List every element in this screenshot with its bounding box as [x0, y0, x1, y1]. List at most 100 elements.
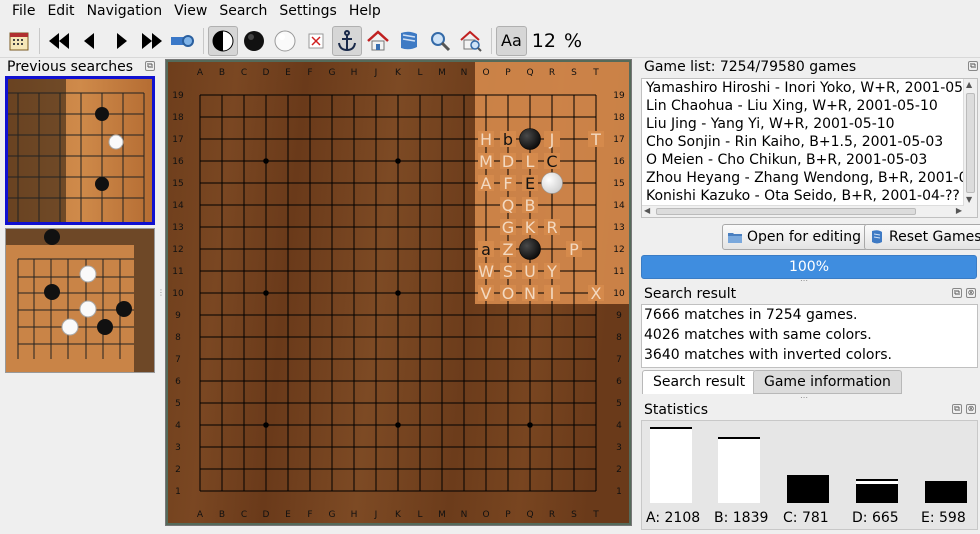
row-label: 8	[616, 333, 622, 343]
continuation-label: F	[503, 174, 512, 193]
scroll-down-icon[interactable]: ▼	[966, 195, 972, 204]
close-panel-icon[interactable]: ⊗	[966, 404, 976, 414]
close-panel-icon[interactable]: ⊗	[966, 288, 976, 298]
progress-label: 100%	[788, 259, 830, 275]
scroll-left-icon[interactable]: ◀	[644, 206, 650, 215]
previous-move-icon[interactable]	[75, 26, 105, 56]
menu-edit[interactable]: Edit	[41, 0, 80, 22]
black-or-white-icon[interactable]	[208, 25, 238, 56]
column-label: E	[285, 68, 291, 78]
anchor-icon[interactable]	[332, 25, 362, 56]
font-toggle-button[interactable]: Aa	[496, 25, 527, 56]
list-item[interactable]: Yamashiro Hiroshi - Inori Yoko, W+R, 200…	[642, 79, 964, 97]
percent-toggle-button[interactable]: %	[560, 26, 586, 56]
list-item[interactable]: O Meien - Cho Chikun, B+R, 2001-05-03	[642, 151, 964, 169]
statistics-panel: A: 2108 B: 1839 C: 781 D: 665 E: 598	[641, 420, 978, 530]
statistics-title-text: Statistics	[644, 402, 708, 418]
column-label: J	[374, 510, 378, 520]
column-label: F	[307, 68, 312, 78]
continuation-label: Y	[546, 262, 557, 281]
column-label: T	[592, 68, 599, 78]
calendar-icon[interactable]	[4, 26, 34, 56]
white-stone-icon[interactable]	[270, 26, 300, 56]
menu-view[interactable]: View	[168, 0, 213, 22]
menu-settings[interactable]: Settings	[273, 0, 342, 22]
continuation-label: C	[546, 152, 557, 171]
float-panel-icon[interactable]: ⧉	[968, 61, 978, 71]
continuation-label: L	[526, 152, 535, 171]
row-label: 3	[616, 443, 622, 453]
stat-bar-black	[787, 475, 829, 503]
scroll-right-icon[interactable]: ▶	[956, 206, 962, 215]
row-label: 11	[613, 267, 624, 277]
column-label: T	[592, 510, 599, 520]
column-label: H	[351, 510, 358, 520]
previous-searches-title: Previous searches ⧉	[3, 58, 157, 76]
home-icon[interactable]	[363, 26, 393, 56]
splitter-handle[interactable]: ⋯	[800, 276, 809, 285]
row-label: 19	[613, 91, 625, 101]
next-move-icon[interactable]	[106, 26, 136, 56]
horizontal-scrollbar[interactable]: ◀ ▶	[642, 205, 964, 217]
list-item[interactable]: Lin Chaohua - Liu Xing, W+R, 2001-05-10	[642, 97, 964, 115]
go-board[interactable]: AABBCCDDEEFFGGHHJJKKLLMMNNOOPPQQRRSSTT19…	[166, 60, 631, 525]
continuation-label: G	[502, 218, 514, 237]
tab-game-information[interactable]: Game information	[753, 370, 902, 394]
continuation-label: P	[569, 240, 579, 259]
statistics-title: Statistics ⧉ ⊗	[640, 401, 978, 419]
menu-help[interactable]: Help	[343, 0, 387, 22]
menu-search[interactable]: Search	[213, 0, 273, 22]
vertical-scroll-thumb[interactable]	[966, 93, 975, 193]
reset-icon	[872, 230, 882, 244]
stat-label: B: 1839	[714, 510, 769, 526]
scroll-up-icon[interactable]: ▲	[966, 80, 972, 89]
star-point	[395, 290, 401, 296]
row-label: 14	[172, 201, 184, 211]
horizontal-scroll-thumb[interactable]	[656, 208, 916, 215]
list-item[interactable]: Cho Sonjin - Rin Kaiho, B+1.5, 2001-05-0…	[642, 133, 964, 151]
search-home-icon[interactable]	[456, 26, 486, 56]
row-label: 8	[175, 333, 181, 343]
database-icon[interactable]	[394, 26, 424, 56]
continuation-label: O	[502, 284, 515, 303]
vertical-scrollbar[interactable]: ▲ ▼	[963, 79, 977, 217]
stat-label: A: 2108	[646, 510, 701, 526]
list-item[interactable]: Konishi Kazuko - Ota Seido, B+R, 2001-04…	[642, 187, 964, 205]
column-label: P	[505, 68, 511, 78]
column-label: G	[329, 68, 336, 78]
first-move-icon[interactable]	[44, 26, 74, 56]
open-for-editing-button[interactable]: Open for editing	[722, 224, 869, 250]
float-panel-icon[interactable]: ⧉	[952, 404, 962, 414]
continuation-label: I	[550, 284, 555, 303]
column-label: D	[263, 510, 270, 520]
list-item[interactable]: Zhou Heyang - Zhang Wendong, B+R, 2001-0…	[642, 169, 964, 187]
game-list[interactable]: Yamashiro Hiroshi - Inori Yoko, W+R, 200…	[641, 78, 978, 218]
reset-games-button[interactable]: Reset Games	[864, 224, 980, 250]
last-move-icon[interactable]	[137, 26, 167, 56]
clear-icon[interactable]	[301, 26, 331, 56]
row-label: 9	[616, 311, 622, 321]
toolbar-separator	[39, 27, 40, 54]
star-point	[527, 422, 533, 428]
search-icon[interactable]	[425, 26, 455, 56]
continuation-label: D	[502, 152, 514, 171]
toolbar: Aa 12 %	[0, 24, 980, 58]
previous-search-thumbnail[interactable]	[5, 228, 155, 373]
toolbar-separator	[491, 27, 492, 54]
next-game-icon[interactable]	[168, 26, 198, 56]
row-label: 17	[172, 135, 183, 145]
list-item[interactable]: Liu Jing - Yang Yi, W+R, 2001-05-10	[642, 115, 964, 133]
menu-navigation[interactable]: Navigation	[81, 0, 169, 22]
column-label: C	[241, 68, 247, 78]
row-label: 10	[172, 289, 184, 299]
row-label: 6	[175, 377, 181, 387]
black-stone-icon[interactable]	[239, 26, 269, 56]
star-point	[263, 158, 269, 164]
float-panel-icon[interactable]: ⧉	[952, 288, 962, 298]
result-line: 7666 matches in 7254 games.	[644, 307, 858, 323]
menu-file[interactable]: File	[6, 0, 41, 22]
previous-search-thumbnail[interactable]	[5, 76, 155, 225]
float-panel-icon[interactable]: ⧉	[145, 61, 155, 71]
open-for-editing-label: Open for editing	[747, 229, 862, 245]
tab-search-result[interactable]: Search result	[642, 370, 757, 394]
